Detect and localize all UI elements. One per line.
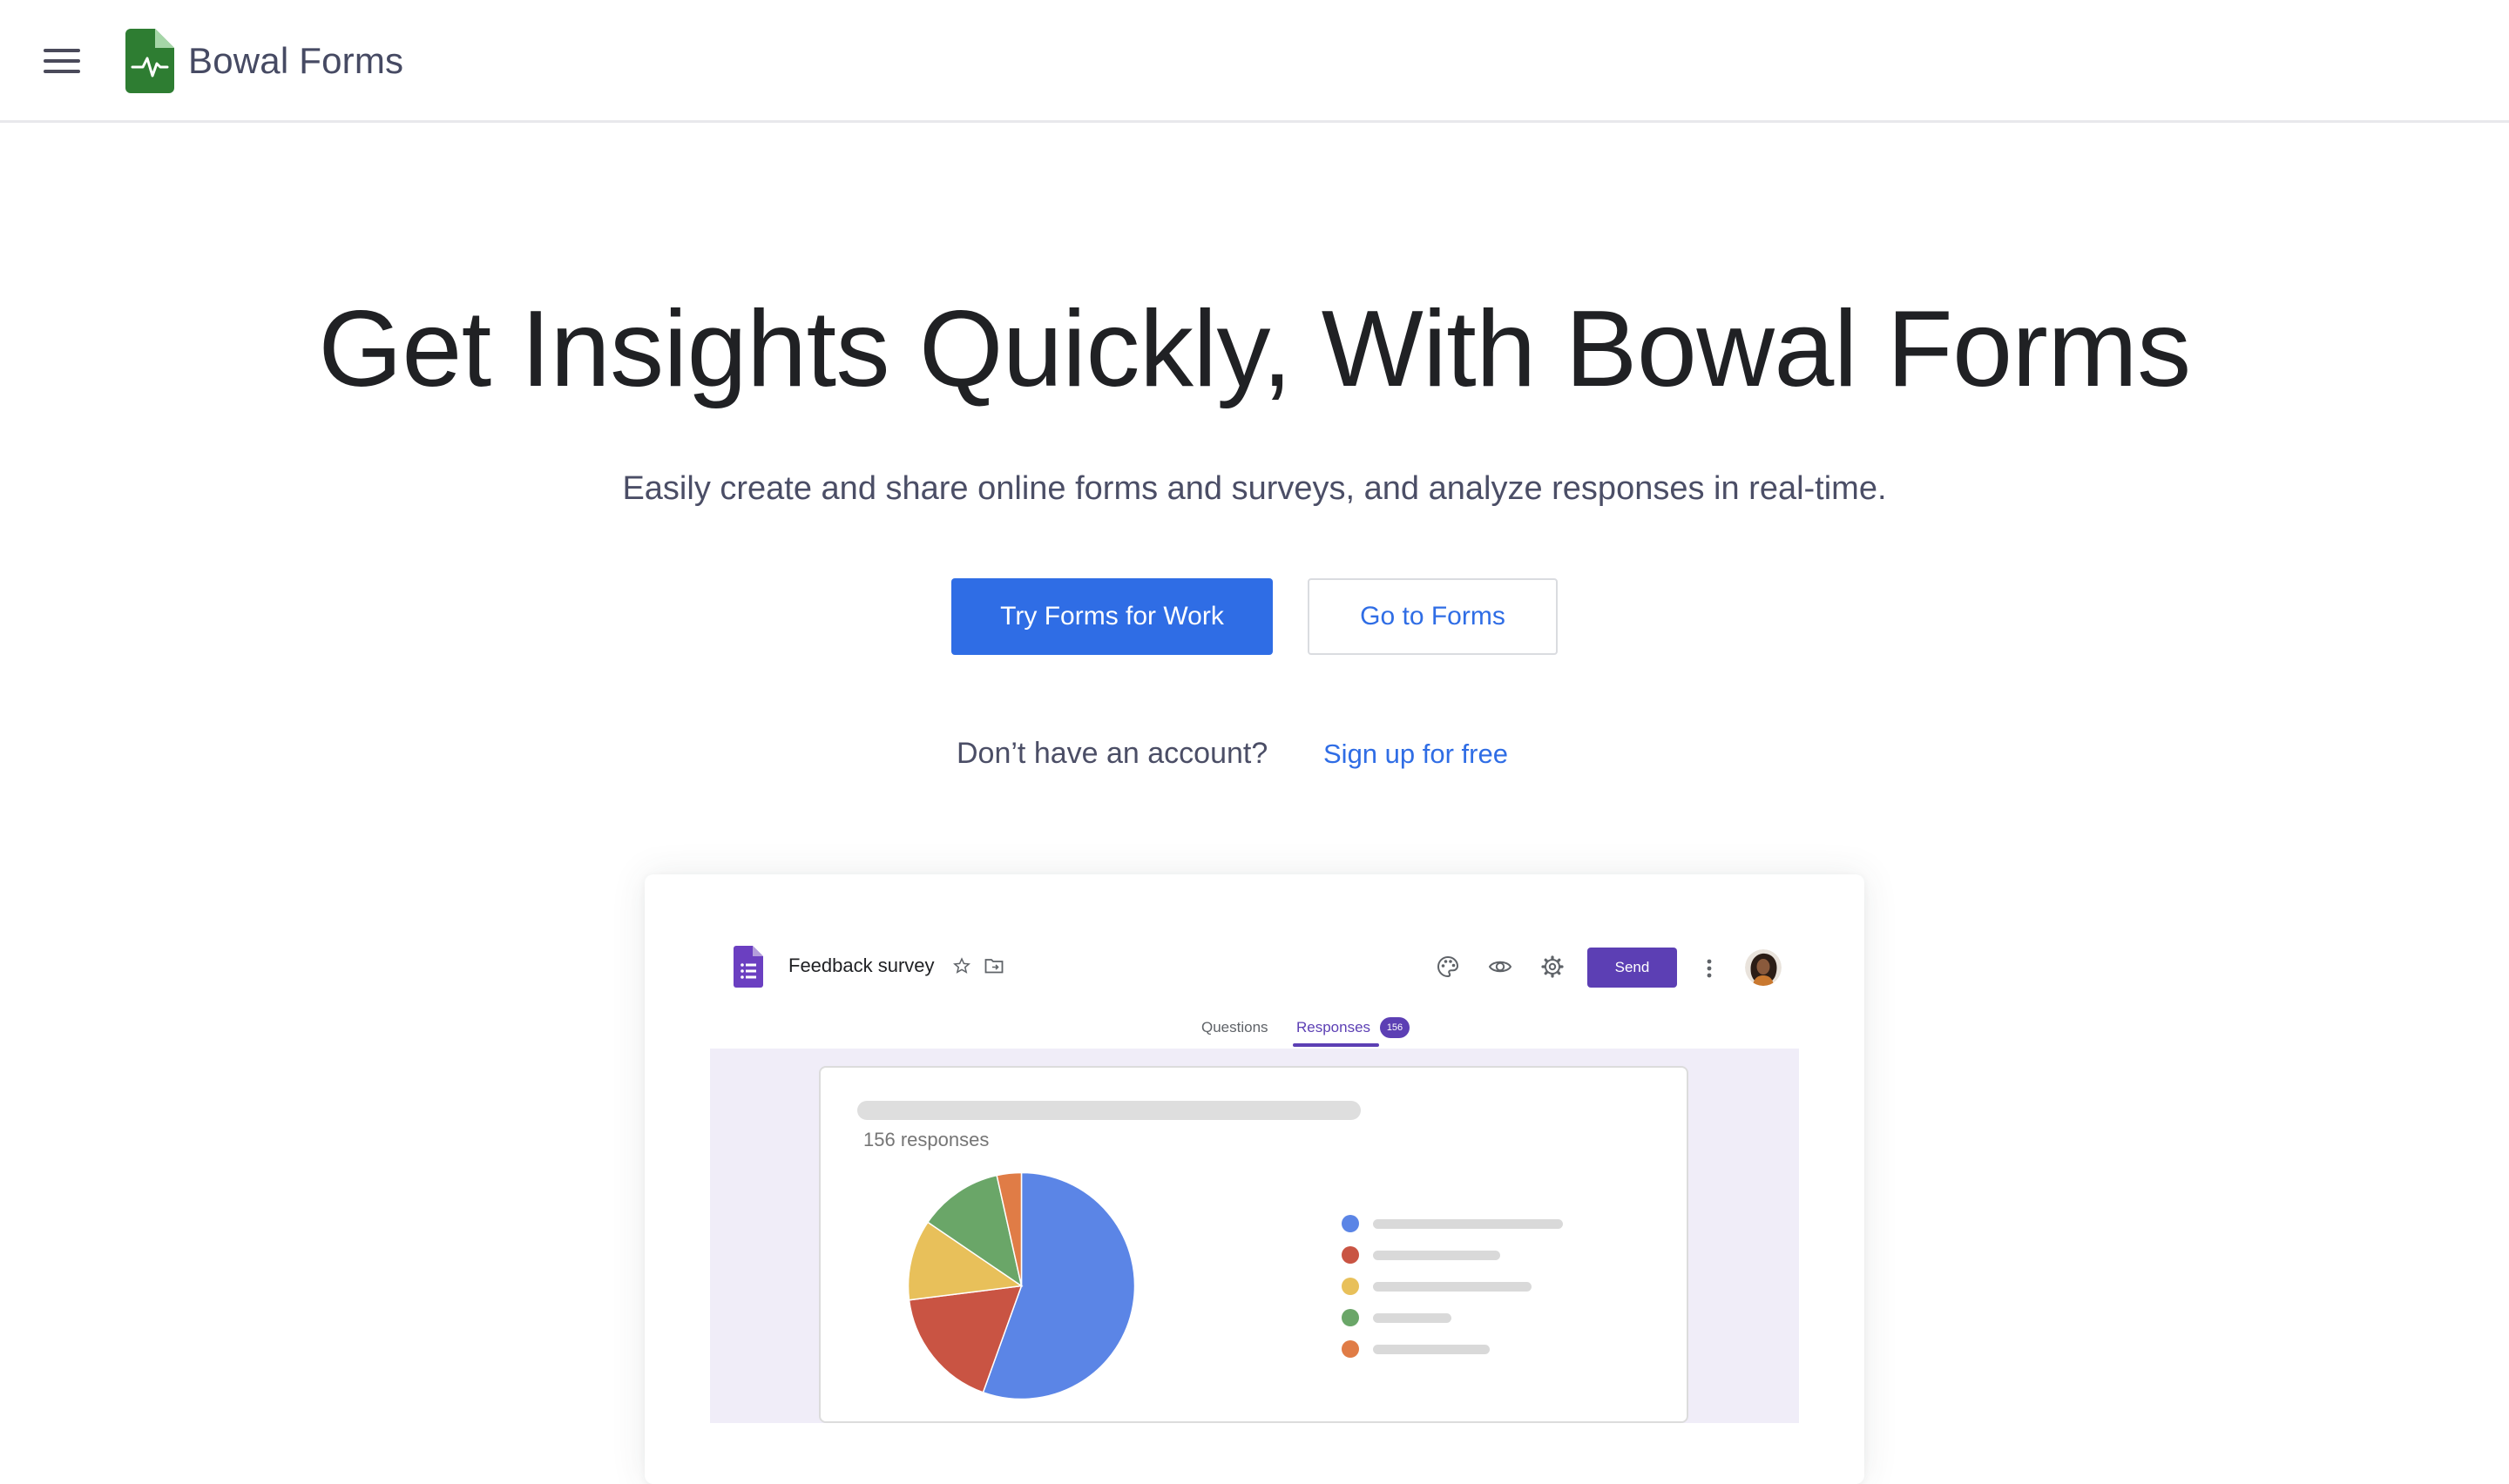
brand-name[interactable]: Bowal Forms	[188, 40, 403, 82]
no-account-text: Don’t have an account?	[957, 737, 1268, 770]
tab-responses[interactable]: Responses	[1296, 1019, 1370, 1036]
legend-dot-5	[1342, 1340, 1359, 1358]
menu-icon[interactable]	[44, 49, 80, 73]
legend-label-placeholder-3	[1373, 1282, 1532, 1292]
forms-logo-icon[interactable]	[125, 29, 174, 93]
responses-pie-chart	[907, 1171, 1136, 1400]
legend-dot-3	[1342, 1278, 1359, 1295]
gear-icon[interactable]	[1540, 954, 1565, 979]
legend-label-placeholder-1	[1373, 1219, 1563, 1229]
question-title-placeholder	[857, 1101, 1361, 1120]
form-title[interactable]: Feedback survey	[788, 954, 935, 977]
eye-icon[interactable]	[1488, 954, 1512, 979]
palette-icon[interactable]	[1436, 954, 1460, 979]
legend-label-placeholder-2	[1373, 1251, 1500, 1260]
more-vert-icon[interactable]	[1703, 956, 1715, 981]
sign-up-link[interactable]: Sign up for free	[1323, 739, 1508, 770]
go-to-forms-button[interactable]: Go to Forms	[1308, 578, 1558, 655]
star-icon[interactable]	[953, 957, 970, 975]
responses-summary-text: 156 responses	[863, 1129, 990, 1150]
legend-label-placeholder-4	[1373, 1313, 1451, 1323]
legend-dot-1	[1342, 1215, 1359, 1232]
legend-dot-2	[1342, 1246, 1359, 1264]
hero-title: Get Insights Quickly, With Bowal Forms	[318, 289, 2191, 409]
user-avatar[interactable]	[1745, 949, 1782, 986]
legend-label-placeholder-5	[1373, 1345, 1490, 1354]
top-bar: Bowal Forms	[0, 0, 2509, 123]
tab-questions[interactable]: Questions	[1201, 1019, 1268, 1036]
legend-dot-4	[1342, 1309, 1359, 1326]
active-tab-indicator	[1293, 1043, 1379, 1047]
send-button[interactable]: Send	[1587, 948, 1677, 988]
try-forms-for-work-button[interactable]: Try Forms for Work	[951, 578, 1273, 655]
move-to-folder-icon[interactable]	[984, 958, 1004, 974]
hero-subtitle: Easily create and share online forms and…	[622, 470, 1887, 507]
forms-document-icon	[734, 946, 763, 988]
responses-count-badge: 156	[1380, 1017, 1410, 1038]
